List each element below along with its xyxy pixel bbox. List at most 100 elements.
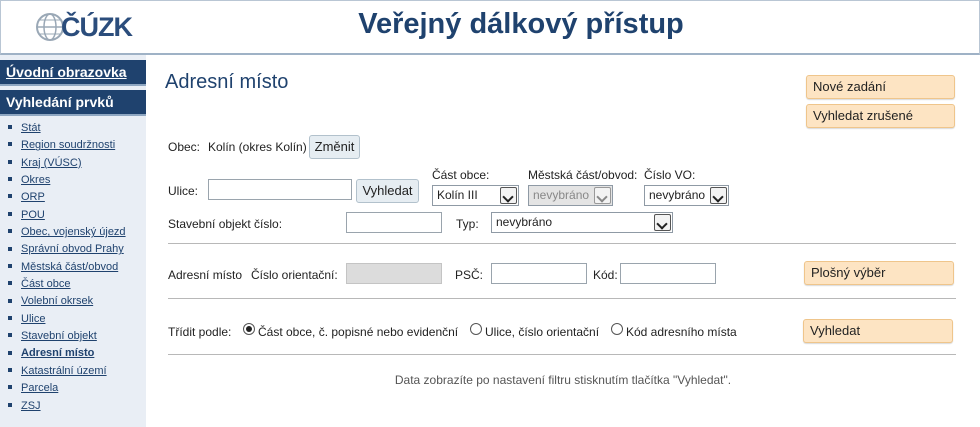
nav-item-label[interactable]: Městská část/obvod <box>21 261 118 273</box>
bullet-icon <box>8 402 12 407</box>
nav-item-stat[interactable]: Stát <box>8 122 126 139</box>
main-content: Adresní místo Nové zadání Vyhledat zruše… <box>146 55 980 427</box>
cislo-vo-label: Číslo VO: <box>644 168 696 182</box>
nav-item-volebni-okrsek[interactable]: Volební okrsek <box>8 295 126 312</box>
sort-option-label: Kód adresního místa <box>626 325 737 339</box>
chevron-down-icon <box>710 187 727 204</box>
bullet-icon <box>8 177 12 182</box>
new-entry-button[interactable]: Nové zadání <box>806 75 955 99</box>
nav-item-label[interactable]: ORP <box>21 191 45 203</box>
cislo-vo-select[interactable]: nevybráno <box>644 185 729 206</box>
cislo-vo-value: nevybráno <box>649 188 706 202</box>
bullet-icon <box>8 298 12 303</box>
bullet-icon <box>8 367 12 372</box>
nav-item-cast-obce[interactable]: Část obce <box>8 278 126 295</box>
app-title: Veřejný dálkový přístup <box>358 8 684 40</box>
kod-label: Kód: <box>593 268 618 282</box>
bullet-icon <box>8 350 12 355</box>
nav-item-label[interactable]: Ulice <box>21 313 45 325</box>
stavebni-objekt-label: Stavební objekt číslo: <box>168 217 283 231</box>
nav-item-label[interactable]: Obec, vojenský újezd <box>21 226 126 238</box>
obec-label: Obec: <box>168 140 201 154</box>
nav-item-label[interactable]: Stavební objekt <box>21 330 97 342</box>
adresni-misto-label: Adresní místo <box>168 268 243 282</box>
bullet-icon <box>8 246 12 251</box>
bullet-icon <box>8 125 12 130</box>
search-cancelled-button[interactable]: Vyhledat zrušené <box>806 104 955 128</box>
mestska-cast-label: Městská část/obvod: <box>528 168 638 182</box>
cast-obce-label: Část obce: <box>432 168 490 182</box>
nav-item-label[interactable]: Okres <box>21 174 50 186</box>
nav-item-label[interactable]: POU <box>21 209 45 221</box>
ulice-input[interactable] <box>208 179 352 200</box>
nav-item-region[interactable]: Region soudržnosti <box>8 139 126 156</box>
sort-radio-ulice[interactable] <box>470 323 482 335</box>
nav-item-label[interactable]: Katastrální území <box>21 365 107 377</box>
find-street-button[interactable]: Vyhledat <box>356 179 419 203</box>
chevron-down-icon <box>654 214 671 231</box>
nav-item-parcela[interactable]: Parcela <box>8 382 126 399</box>
chevron-down-icon <box>594 187 611 204</box>
page-title: Adresní místo <box>165 71 289 93</box>
header: ČÚZK Veřejný dálkový přístup <box>0 0 980 55</box>
mestska-cast-value: nevybráno <box>533 188 590 202</box>
typ-value: nevybráno <box>496 215 553 229</box>
bullet-icon <box>8 315 12 320</box>
bullet-icon <box>8 211 12 216</box>
cast-obce-select[interactable]: Kolín III <box>432 185 519 206</box>
nav-item-zsj[interactable]: ZSJ <box>8 400 126 417</box>
nav-item-katastralni-uzemi[interactable]: Katastrální území <box>8 365 126 382</box>
nav-item-adresni-misto[interactable]: Adresní místo <box>8 347 126 364</box>
nav-item-ulice[interactable]: Ulice <box>8 313 126 330</box>
typ-label: Typ: <box>456 217 479 231</box>
search-button[interactable]: Vyhledat <box>803 319 953 343</box>
search-elements-header[interactable]: Vyhledání prvků <box>0 90 146 116</box>
nav-item-label[interactable]: Adresní místo <box>21 347 94 359</box>
bullet-icon <box>8 159 12 164</box>
nav-item-spravni-obvod[interactable]: Správní obvod Prahy <box>8 243 126 260</box>
bullet-icon <box>8 142 12 147</box>
sort-radio-cast-obce[interactable] <box>243 323 255 335</box>
nav-item-kraj[interactable]: Kraj (VÚSC) <box>8 157 126 174</box>
bullet-icon <box>8 194 12 199</box>
home-link[interactable]: Úvodní obrazovka <box>0 60 146 86</box>
nav-item-orp[interactable]: ORP <box>8 191 126 208</box>
sort-radio-kod[interactable] <box>611 323 623 335</box>
typ-select[interactable]: nevybráno <box>491 212 673 233</box>
sort-option-label: Část obce, č. popisné nebo evidenční <box>258 325 459 339</box>
bullet-icon <box>8 333 12 338</box>
nav-item-okres[interactable]: Okres <box>8 174 126 191</box>
nav-item-label[interactable]: Stát <box>21 122 41 134</box>
divider <box>168 298 956 299</box>
nav-item-label[interactable]: Parcela <box>21 382 58 394</box>
sort-option-label: Ulice, číslo orientační <box>485 325 600 339</box>
cislo-orientacni-label: Číslo orientační: <box>251 268 338 282</box>
nav-item-label[interactable]: ZSJ <box>21 400 41 412</box>
chevron-down-icon <box>500 187 517 204</box>
mestska-cast-select: nevybráno <box>528 185 613 206</box>
stavebni-objekt-input[interactable] <box>346 212 442 233</box>
nav-list: Stát Region soudržnosti Kraj (VÚSC) Okre… <box>8 122 126 417</box>
nav-item-obec[interactable]: Obec, vojenský újezd <box>8 226 126 243</box>
nav-item-pou[interactable]: POU <box>8 209 126 226</box>
psc-input[interactable] <box>491 263 587 284</box>
cislo-orientacni-input <box>346 263 442 284</box>
bullet-icon <box>8 385 12 390</box>
bullet-icon <box>8 229 12 234</box>
nav-item-label[interactable]: Správní obvod Prahy <box>21 243 124 255</box>
bullet-icon <box>8 263 12 268</box>
obec-value: Kolín (okres Kolín) <box>208 140 307 154</box>
bullet-icon <box>8 281 12 286</box>
nav-item-label[interactable]: Část obce <box>21 278 71 290</box>
area-select-button[interactable]: Plošný výběr <box>804 261 954 285</box>
nav-item-label[interactable]: Region soudržnosti <box>21 139 115 151</box>
nav-item-mestska-cast[interactable]: Městská část/obvod <box>8 261 126 278</box>
nav-item-stavebni-objekt[interactable]: Stavební objekt <box>8 330 126 347</box>
nav-item-label[interactable]: Kraj (VÚSC) <box>21 157 82 169</box>
nav-item-label[interactable]: Volební okrsek <box>21 295 93 307</box>
divider <box>168 354 956 355</box>
info-note: Data zobrazíte po nastavení filtru stisk… <box>394 373 732 387</box>
kod-input[interactable] <box>620 263 716 284</box>
change-button[interactable]: Změnit <box>309 135 360 159</box>
psc-label: PSČ: <box>455 268 484 282</box>
